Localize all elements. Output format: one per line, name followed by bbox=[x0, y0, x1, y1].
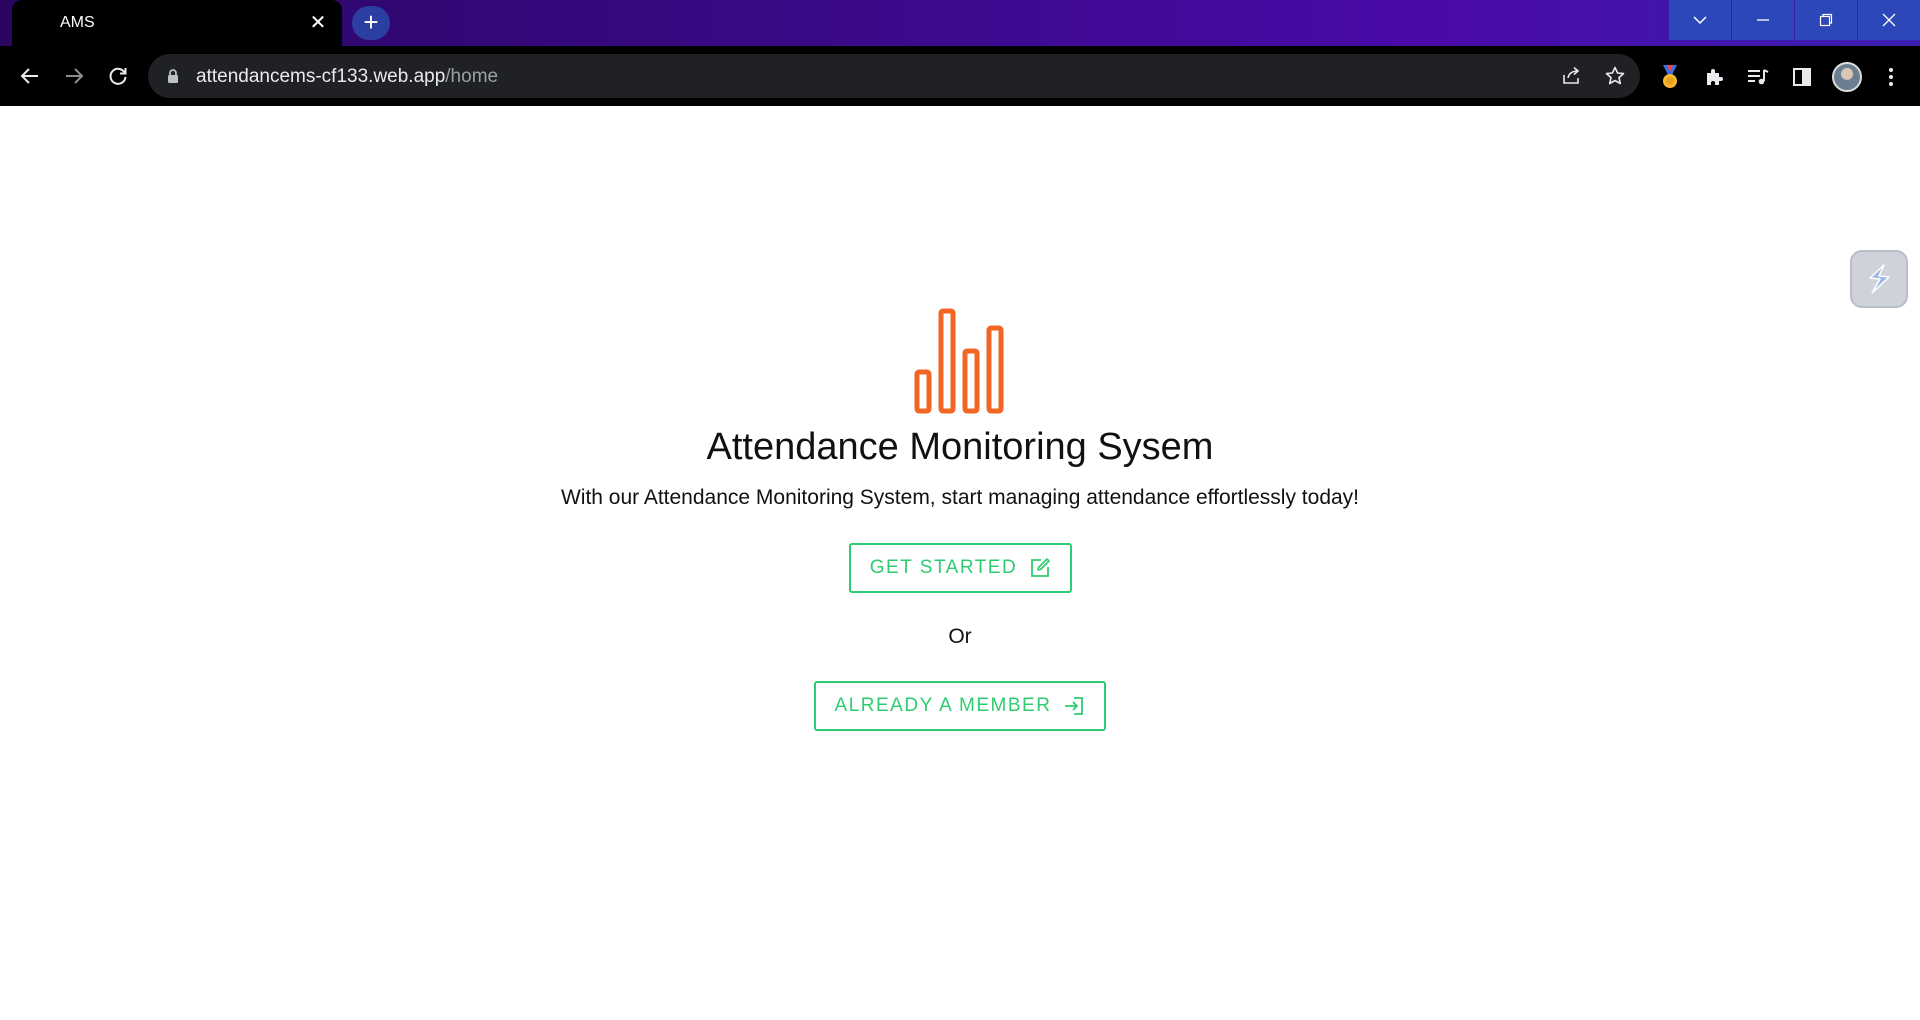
forward-arrow-icon bbox=[66, 68, 84, 84]
or-divider-text: Or bbox=[948, 625, 972, 648]
page-subtitle: With our Attendance Monitoring System, s… bbox=[560, 486, 1360, 509]
window-controls bbox=[1668, 0, 1920, 40]
puzzle-extensions-icon bbox=[1707, 69, 1723, 85]
new-tab-button[interactable]: + bbox=[352, 6, 390, 40]
share-button[interactable] bbox=[1559, 64, 1583, 88]
forward-button[interactable] bbox=[58, 60, 90, 92]
sign-in-icon bbox=[1065, 697, 1084, 715]
close-icon bbox=[1882, 13, 1896, 27]
bar-chart-logo-icon bbox=[914, 308, 1004, 414]
medal-extension-icon bbox=[1663, 65, 1677, 88]
media-playlist-icon bbox=[1748, 69, 1769, 85]
restore-button[interactable] bbox=[1795, 0, 1857, 40]
browser-titlebar: AMS ✕ + bbox=[0, 0, 1920, 46]
chevron-down-icon bbox=[1693, 16, 1707, 25]
side-panel-button[interactable] bbox=[1787, 62, 1817, 92]
page-title: Attendance Monitoring Sysem bbox=[706, 426, 1214, 468]
bookmark-button[interactable] bbox=[1603, 64, 1627, 88]
get-started-label: GET STARTED bbox=[869, 557, 1018, 578]
minimize-button[interactable] bbox=[1732, 0, 1794, 40]
reload-button[interactable] bbox=[102, 60, 134, 92]
browser-tab[interactable]: AMS ✕ bbox=[12, 0, 342, 46]
url-path: /home bbox=[445, 66, 499, 87]
page-content: Attendance Monitoring Sysem With our Att… bbox=[0, 106, 1920, 1020]
minimize-icon bbox=[1757, 19, 1769, 21]
window-close-button[interactable] bbox=[1858, 0, 1920, 40]
get-started-button[interactable]: GET STARTED bbox=[849, 543, 1072, 593]
url-text[interactable]: attendancems-cf133.web.app/home bbox=[196, 66, 498, 88]
plus-icon: + bbox=[363, 7, 379, 37]
close-icon[interactable]: ✕ bbox=[306, 11, 330, 35]
more-vert-icon bbox=[1889, 68, 1893, 86]
tab-search-button[interactable] bbox=[1669, 0, 1731, 40]
profile-avatar bbox=[1832, 62, 1862, 92]
back-arrow-icon bbox=[20, 68, 38, 84]
already-member-label: ALREADY A MEMBER bbox=[834, 695, 1052, 716]
edit-icon bbox=[1031, 558, 1051, 577]
back-button[interactable] bbox=[14, 60, 46, 92]
share-icon bbox=[1563, 66, 1580, 84]
browser-toolbar: attendancems-cf133.web.app/home bbox=[0, 46, 1920, 106]
menu-button[interactable] bbox=[1876, 62, 1906, 92]
url-host: attendancems-cf133.web.app bbox=[196, 66, 446, 87]
restore-icon bbox=[1819, 13, 1833, 27]
tab-title: AMS bbox=[60, 14, 95, 31]
medal-extension-button[interactable] bbox=[1655, 62, 1685, 92]
media-button[interactable] bbox=[1743, 62, 1773, 92]
star-icon bbox=[1605, 66, 1625, 85]
profile-button[interactable] bbox=[1832, 62, 1862, 92]
side-panel-icon bbox=[1793, 68, 1811, 86]
already-member-button[interactable]: ALREADY A MEMBER bbox=[814, 681, 1106, 731]
side-extension-widget[interactable] bbox=[1850, 250, 1908, 308]
extensions-button[interactable] bbox=[1699, 62, 1729, 92]
reload-icon bbox=[109, 67, 127, 85]
lock-icon bbox=[168, 69, 178, 83]
lightning-extension-icon bbox=[1869, 264, 1890, 294]
address-bar[interactable]: attendancems-cf133.web.app/home bbox=[148, 54, 1640, 98]
